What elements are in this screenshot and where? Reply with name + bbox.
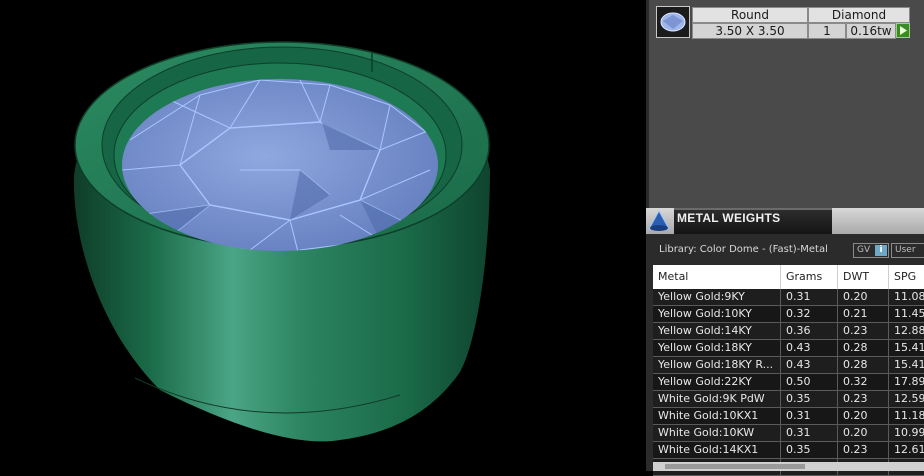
table-row[interactable]: White Gold:9K PdW 0.35 0.23 12.59 — [653, 391, 924, 408]
3d-viewport[interactable] — [0, 0, 646, 471]
table-row[interactable]: Yellow Gold:14KY 0.36 0.23 12.88 — [653, 323, 924, 340]
cell-dwt: 0.23 — [838, 323, 889, 339]
table-body: Yellow Gold:9KY 0.31 0.20 11.08 Yellow Gold:… — [653, 289, 924, 476]
cell-grams: 0.35 — [781, 442, 838, 458]
cell-spg: 11.08 — [889, 289, 924, 305]
table-header: Metal Grams DWT SPG — [653, 265, 924, 289]
cell-spg: 10.99 — [889, 425, 924, 441]
cell-metal: Yellow Gold:14KY — [653, 323, 781, 339]
cell-grams: 0.43 — [781, 357, 838, 373]
cell-grams: 0.35 — [781, 391, 838, 407]
cell-dwt: 0.28 — [838, 340, 889, 356]
cell-dwt: 0.20 — [838, 408, 889, 424]
cell-spg: 12.59 — [889, 391, 924, 407]
column-header-spg[interactable]: SPG — [889, 265, 924, 289]
cell-metal: Yellow Gold:10KY — [653, 306, 781, 322]
cell-metal: Yellow Gold:9KY — [653, 289, 781, 305]
info-icon[interactable]: i — [875, 245, 887, 256]
table-row[interactable]: Yellow Gold:10KY 0.32 0.21 11.45 — [653, 306, 924, 323]
cell-spg: 17.89 — [889, 374, 924, 390]
gv-toggle[interactable]: GV i — [853, 243, 889, 258]
cell-dwt: 0.32 — [838, 374, 889, 390]
cell-metal: White Gold:14KX1 — [653, 442, 781, 458]
column-header-metal[interactable]: Metal — [653, 265, 781, 289]
metal-weights-table: Metal Grams DWT SPG Yellow Gold:9KY 0.31 0… — [653, 265, 924, 476]
cell-grams: 0.32 — [781, 306, 838, 322]
gv-label: GV — [857, 245, 871, 255]
scrollbar-thumb[interactable] — [665, 464, 805, 469]
table-row[interactable]: White Gold:14KX1 0.35 0.23 12.61 — [653, 442, 924, 459]
metal-weights-body: Library: Color Dome - (Fast)-Metal GV i … — [646, 234, 924, 476]
stone-quantity: 1 — [808, 23, 846, 39]
user-toggle[interactable]: User — [891, 243, 924, 258]
cell-metal: White Gold:10KX1 — [653, 408, 781, 424]
table-row[interactable]: Yellow Gold:22KY 0.50 0.32 17.89 — [653, 374, 924, 391]
play-button[interactable] — [896, 23, 910, 38]
cell-metal: White Gold:9K PdW — [653, 391, 781, 407]
cell-grams: 0.50 — [781, 374, 838, 390]
cell-dwt: 0.21 — [838, 306, 889, 322]
horizontal-scrollbar[interactable] — [653, 462, 924, 471]
cell-grams: 0.43 — [781, 340, 838, 356]
metal-weights-tab[interactable]: METAL WEIGHTS — [674, 208, 832, 234]
play-icon — [900, 26, 907, 35]
cell-spg: 12.61 — [889, 442, 924, 458]
cell-dwt: 0.28 — [838, 357, 889, 373]
user-label: User — [895, 245, 916, 255]
stone-weight: 0.16tw — [846, 23, 896, 39]
cell-grams: 0.31 — [781, 425, 838, 441]
cell-metal: Yellow Gold:22KY — [653, 374, 781, 390]
round-diamond-icon[interactable] — [656, 6, 690, 38]
table-row[interactable]: Yellow Gold:18KY 0.43 0.28 15.41 — [653, 340, 924, 357]
stone-size: 3.50 X 3.50 — [692, 23, 808, 39]
cell-metal: White Gold:10KW — [653, 425, 781, 441]
table-row[interactable]: Yellow Gold:18KY R... 0.43 0.28 15.41 — [653, 357, 924, 374]
table-row[interactable]: White Gold:10KX1 0.31 0.20 11.18 — [653, 408, 924, 425]
metal-weights-title: METAL WEIGHTS — [677, 211, 781, 225]
ring-3d-render — [73, 41, 490, 442]
cell-spg: 11.45 — [889, 306, 924, 322]
cell-spg: 15.41 — [889, 357, 924, 373]
stone-shape: Round — [692, 7, 808, 23]
metal-weights-header: METAL WEIGHTS — [646, 208, 924, 234]
metal-weights-icon — [647, 209, 671, 233]
cell-dwt: 0.20 — [838, 425, 889, 441]
cell-metal: Yellow Gold:18KY — [653, 340, 781, 356]
cell-grams: 0.31 — [781, 289, 838, 305]
table-row[interactable]: Yellow Gold:9KY 0.31 0.20 11.08 — [653, 289, 924, 306]
cell-metal: Yellow Gold:18KY R... — [653, 357, 781, 373]
cell-spg: 12.88 — [889, 323, 924, 339]
cell-spg: 15.41 — [889, 340, 924, 356]
column-header-dwt[interactable]: DWT — [838, 265, 889, 289]
stone-info-row: Round Diamond 3.50 X 3.50 1 0.16tw — [656, 6, 924, 40]
cell-dwt: 0.23 — [838, 391, 889, 407]
column-header-grams[interactable]: Grams — [781, 265, 838, 289]
cell-spg: 11.18 — [889, 408, 924, 424]
cell-dwt: 0.20 — [838, 289, 889, 305]
library-label: Library: Color Dome - (Fast)-Metal — [659, 244, 828, 255]
cell-dwt: 0.23 — [838, 442, 889, 458]
table-row[interactable]: White Gold:10KW 0.31 0.20 10.99 — [653, 425, 924, 442]
cell-grams: 0.36 — [781, 323, 838, 339]
cell-grams: 0.31 — [781, 408, 838, 424]
stone-material: Diamond — [808, 7, 910, 23]
